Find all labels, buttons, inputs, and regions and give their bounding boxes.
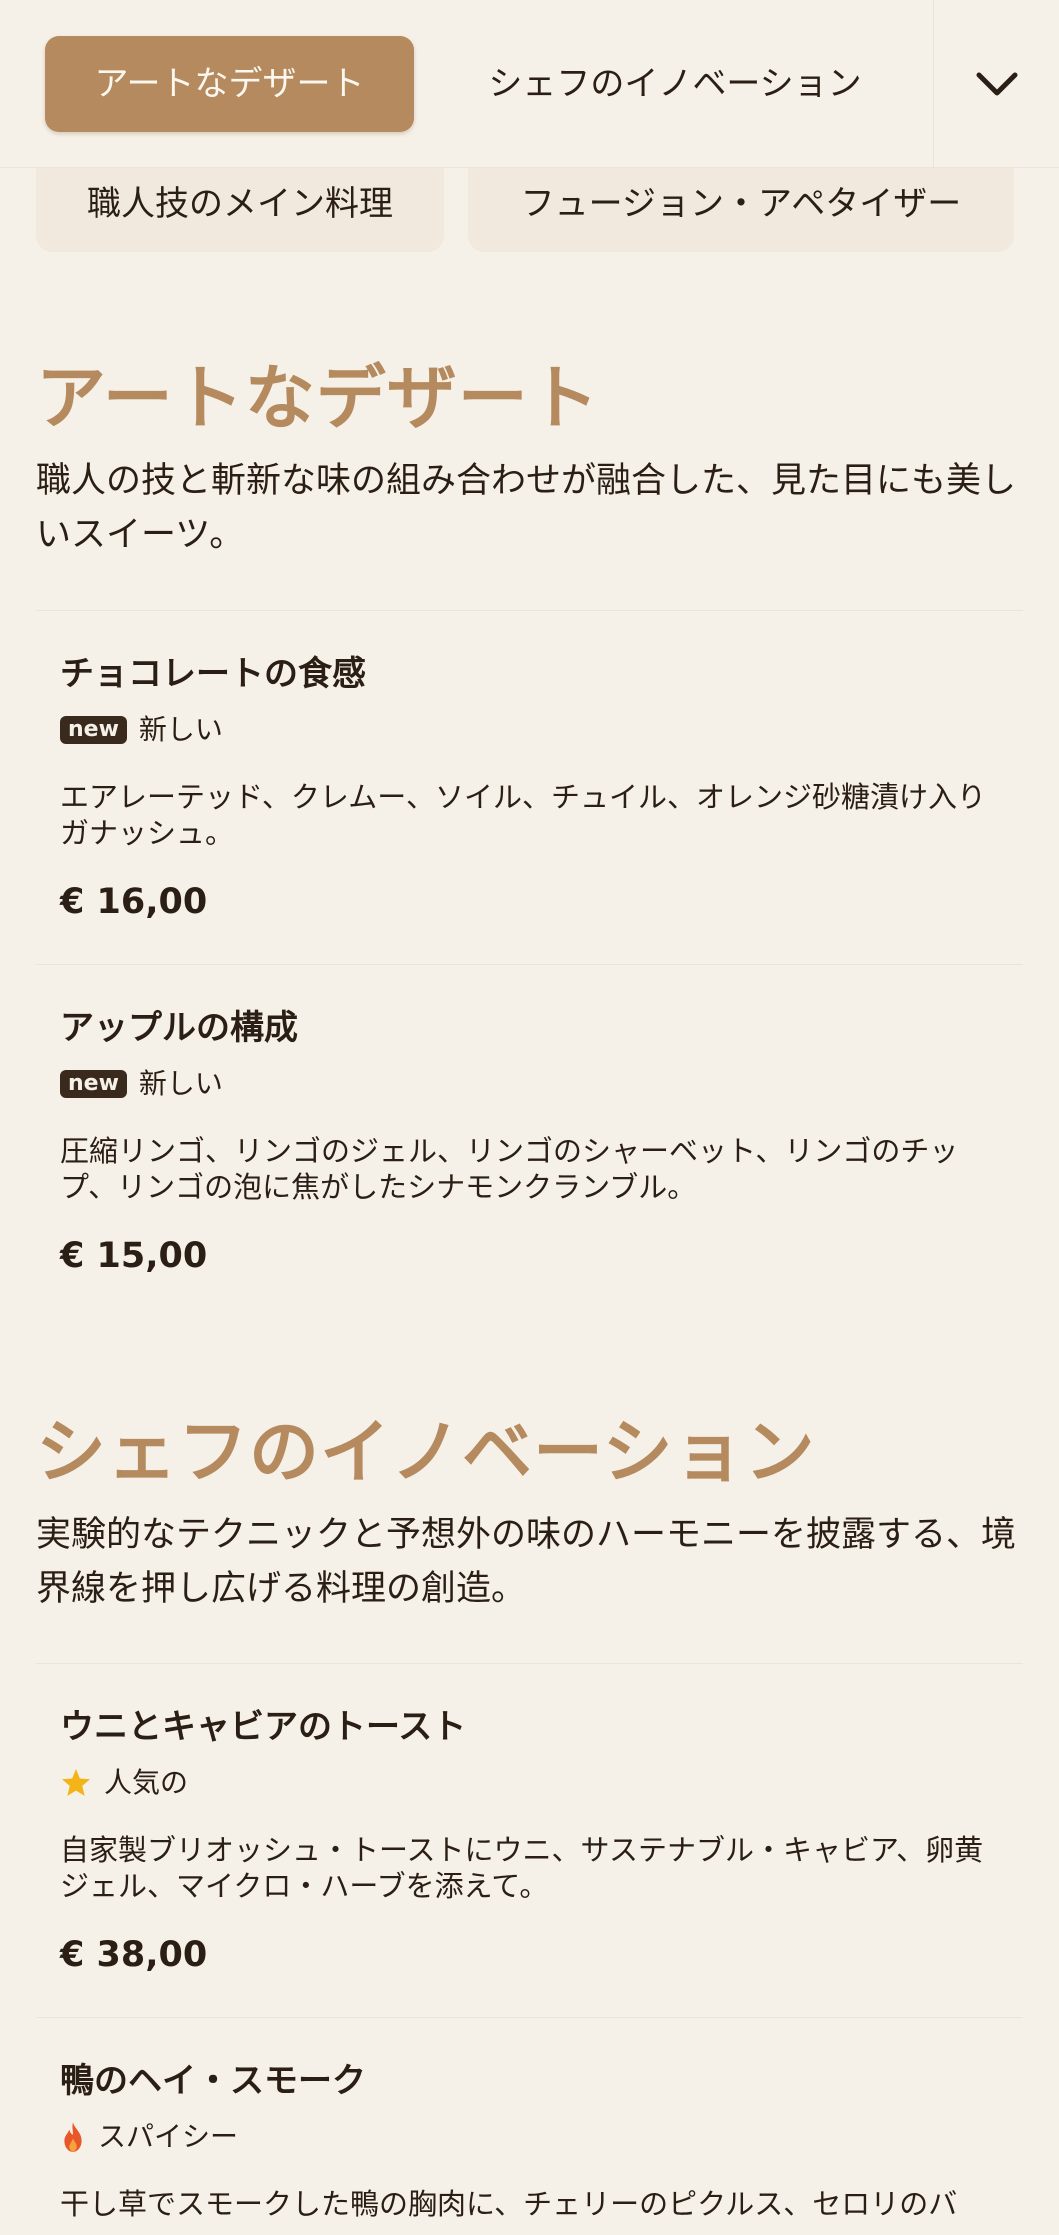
- item-price: € 38,00: [60, 1935, 208, 1975]
- item-price: € 16,00: [60, 882, 208, 922]
- category-artisan-mains[interactable]: 職人技のメイン料理: [36, 168, 444, 252]
- star-icon: [62, 1769, 90, 1796]
- item-tag: new 新しい: [60, 711, 999, 749]
- menu-item[interactable]: 鴨のヘイ・スモーク スパイシー 干し草でスモークした鴨の胸肉に、チェリーのピクル…: [36, 2017, 1023, 2222]
- section-artful-desserts: アートなデザート 職人の技と斬新な味の組み合わせが融合した、見た目にも美しいスイ…: [36, 356, 1023, 562]
- item-description: 干し草でスモークした鴨の胸肉に、チェリーのピクルス、セロリのバ: [60, 2187, 958, 2221]
- section-title: シェフのイノベーション: [36, 1411, 816, 1493]
- categories-toggle-button[interactable]: [933, 0, 1059, 168]
- tag-label: 新しい: [138, 713, 223, 746]
- tab-chef-innovations[interactable]: シェフのイノベーション: [440, 36, 910, 132]
- item-tag: new 新しい: [60, 1065, 999, 1103]
- menu-item[interactable]: ウニとキャビアのトースト 人気の 自家製ブリオッシュ・トーストにウニ、サステナブ…: [36, 1663, 1023, 1978]
- menu-page: アートなデザート シェフのイノベーション 職人技のメイン料理 フュージョン・アペ…: [0, 0, 1059, 2235]
- section-chef-innovations: シェフのイノベーション 実験的なテクニックと予想外の味のハーモニーを披露する、境…: [36, 1410, 1023, 1616]
- item-name: アップルの構成: [60, 1008, 298, 1048]
- section-description: 実験的なテクニックと予想外の味のハーモニーを披露する、境界線を押し広げる料理の創…: [36, 1515, 1017, 1609]
- more-categories: 職人技のメイン料理 フュージョン・アペタイザー: [0, 168, 1059, 252]
- tag-label: スパイシー: [98, 2120, 239, 2153]
- flame-icon: [64, 2122, 82, 2152]
- tab-artful-desserts[interactable]: アートなデザート: [45, 36, 414, 132]
- category-bar: アートなデザート シェフのイノベーション: [0, 0, 1059, 168]
- item-name: ウニとキャビアのトースト: [60, 1707, 467, 1747]
- section-description: 職人の技と斬新な味の組み合わせが融合した、見た目にも美しいスイーツ。: [36, 461, 1017, 555]
- item-description: 圧縮リンゴ、リンゴのジェル、リンゴのシャーベット、リンゴのチップ、リンゴの泡に焦…: [60, 1134, 959, 1204]
- chevron-down-icon: [976, 72, 1017, 96]
- menu-item[interactable]: アップルの構成 new 新しい 圧縮リンゴ、リンゴのジェル、リンゴのシャーベット…: [36, 964, 1023, 1279]
- item-price: € 15,00: [60, 1236, 208, 1276]
- item-tag: スパイシー: [60, 2118, 999, 2156]
- item-description: 自家製ブリオッシュ・トーストにウニ、サステナブル・キャビア、卵黄ジェル、マイクロ…: [60, 1833, 984, 1903]
- tag-label: 新しい: [138, 1067, 223, 1100]
- section-title: アートなデザート: [36, 357, 600, 439]
- menu-item[interactable]: チョコレートの食感 new 新しい エアレーテッド、クレムー、ソイル、チュイル、…: [36, 610, 1023, 925]
- category-fusion-appetizers[interactable]: フュージョン・アペタイザー: [468, 168, 1014, 252]
- item-name: 鴨のヘイ・スモーク: [60, 2061, 366, 2101]
- item-name: チョコレートの食感: [60, 654, 366, 694]
- item-tag: 人気の: [60, 1764, 999, 1802]
- tag-label: 人気の: [104, 1766, 189, 1799]
- new-badge: new: [60, 1070, 127, 1098]
- item-description: エアレーテッド、クレムー、ソイル、チュイル、オレンジ砂糖漬け入りガナッシュ。: [60, 780, 986, 850]
- new-badge: new: [60, 716, 127, 744]
